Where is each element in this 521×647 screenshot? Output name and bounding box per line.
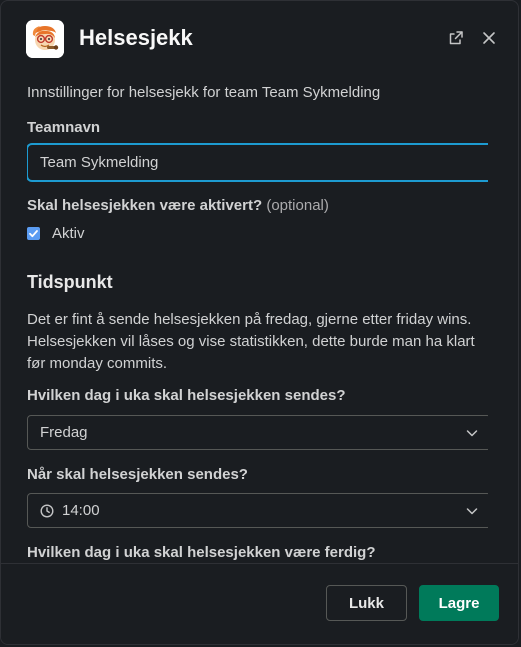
- close-icon[interactable]: [478, 27, 500, 49]
- save-button[interactable]: Lagre: [419, 585, 499, 621]
- active-checkbox-row[interactable]: Aktiv: [27, 225, 85, 242]
- active-label-text: Skal helsesjekken være aktivert?: [27, 197, 263, 214]
- team-name-label: Teamnavn: [27, 119, 101, 136]
- modal-header: Helsesjekk: [1, 1, 518, 79]
- send-time-value: 14:00: [62, 502, 100, 519]
- send-day-label: Hvilken dag i uka skal helsesjekken send…: [27, 387, 346, 404]
- intro-text: Innstillinger for helsesjekk for team Te…: [27, 84, 381, 101]
- send-day-select[interactable]: Fredag: [27, 415, 488, 450]
- checkmark-icon: [29, 230, 38, 238]
- optional-tag: (optional): [266, 197, 329, 214]
- team-name-input[interactable]: [27, 144, 488, 181]
- section-title: Tidspunkt: [27, 272, 113, 292]
- clock-icon: [40, 503, 54, 518]
- chevron-down-icon: [466, 430, 478, 437]
- send-time-label: Når skal helsesjekken sendes?: [27, 466, 248, 483]
- finish-day-label: Hvilken dag i uka skal helsesjekken være…: [27, 544, 376, 561]
- cancel-button[interactable]: Lukk: [326, 585, 407, 621]
- active-label: Skal helsesjekken være aktivert? (option…: [27, 197, 329, 214]
- active-checkbox-label: Aktiv: [52, 225, 85, 242]
- chevron-down-icon: [466, 508, 478, 515]
- external-link-icon[interactable]: [445, 27, 467, 49]
- app-avatar-icon: [26, 20, 64, 58]
- send-day-value: Fredag: [40, 424, 88, 441]
- send-time-select[interactable]: 14:00: [27, 493, 488, 528]
- modal-footer: Lukk Lagre: [1, 563, 518, 644]
- section-description: Det er fint å sende helsesjekken på fred…: [27, 311, 475, 372]
- modal-title: Helsesjekk: [79, 25, 193, 50]
- modal-body: Innstillinger for helsesjekk for team Te…: [27, 79, 488, 564]
- active-checkbox[interactable]: [27, 227, 40, 240]
- helsesjekk-modal: Helsesjekk Innstillinger for helsesjekk …: [0, 0, 519, 645]
